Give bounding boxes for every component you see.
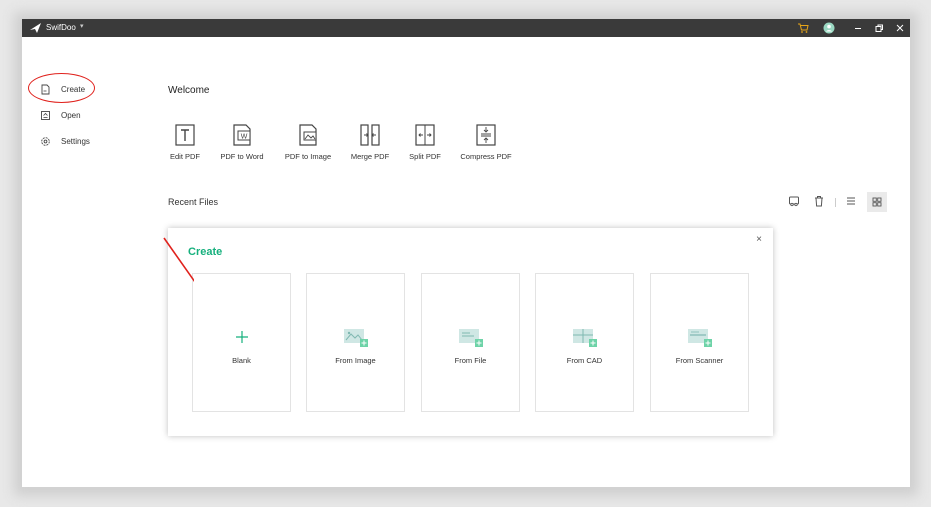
tool-label: Merge PDF bbox=[350, 152, 390, 161]
card-label: From Image bbox=[335, 356, 376, 365]
image-add-icon bbox=[343, 329, 368, 347]
list-view-icon[interactable] bbox=[844, 194, 858, 208]
create-option-from-image[interactable]: From Image bbox=[306, 273, 405, 412]
folder-open-icon bbox=[41, 110, 50, 120]
pdf-to-word-icon: W bbox=[233, 124, 251, 146]
svg-text:W: W bbox=[241, 134, 248, 141]
welcome-heading: Welcome bbox=[168, 85, 210, 96]
app-name: SwifDoo bbox=[46, 23, 76, 32]
sidebar-item-label: Settings bbox=[61, 136, 90, 146]
user-account-icon[interactable] bbox=[823, 22, 835, 34]
close-icon[interactable]: × bbox=[754, 235, 764, 245]
tool-label: Edit PDF bbox=[169, 152, 200, 161]
trash-icon[interactable] bbox=[812, 194, 826, 208]
swifdoo-logo-icon bbox=[30, 23, 41, 33]
tool-label: PDF to Word bbox=[220, 152, 264, 161]
scanner-add-icon bbox=[687, 329, 712, 347]
sidebar-item-open[interactable]: Open bbox=[40, 107, 81, 123]
card-label: Blank bbox=[232, 356, 251, 365]
split-pdf-icon bbox=[415, 124, 435, 146]
file-add-icon bbox=[458, 329, 483, 347]
create-option-blank[interactable]: Blank bbox=[192, 273, 291, 412]
create-option-from-file[interactable]: From File bbox=[421, 273, 520, 412]
tool-label: Compress PDF bbox=[460, 152, 512, 161]
tool-pdf-to-image[interactable]: PDF to Image bbox=[278, 123, 338, 161]
annotation-highlight-ellipse bbox=[28, 73, 95, 103]
card-label: From CAD bbox=[566, 356, 603, 365]
app-menu-chevron-down-icon[interactable]: ▾ bbox=[80, 22, 84, 30]
create-dialog: Create × Blank From Image From File From… bbox=[168, 228, 773, 436]
card-label: From File bbox=[454, 356, 487, 365]
plus-icon bbox=[235, 331, 248, 343]
merge-pdf-icon bbox=[360, 124, 380, 146]
grid-view-icon[interactable] bbox=[867, 192, 887, 212]
toolbar-divider bbox=[835, 198, 836, 207]
sidebar-item-settings[interactable]: Settings bbox=[40, 133, 90, 149]
gear-icon bbox=[41, 136, 50, 146]
pdf-to-image-icon bbox=[299, 124, 317, 146]
sidebar-item-label: Open bbox=[61, 110, 81, 120]
tool-pdf-to-word[interactable]: W PDF to Word bbox=[212, 123, 272, 161]
compress-pdf-icon bbox=[476, 124, 496, 146]
tool-merge-pdf[interactable]: Merge PDF bbox=[340, 123, 400, 161]
title-bar: SwifDoo ▾ bbox=[22, 19, 910, 37]
restore-icon[interactable] bbox=[873, 22, 885, 34]
cloud-sync-icon[interactable] bbox=[787, 194, 801, 208]
tool-split-pdf[interactable]: Split PDF bbox=[395, 123, 455, 161]
tool-edit-pdf[interactable]: Edit PDF bbox=[155, 123, 215, 161]
close-window-icon[interactable] bbox=[894, 22, 906, 34]
recent-files-heading: Recent Files bbox=[168, 197, 219, 207]
cad-add-icon bbox=[572, 329, 597, 347]
create-option-from-scanner[interactable]: From Scanner bbox=[650, 273, 749, 412]
annotation-arrow bbox=[163, 237, 194, 283]
tool-label: Split PDF bbox=[409, 152, 441, 161]
card-label: From Scanner bbox=[675, 356, 724, 365]
minimize-icon[interactable] bbox=[852, 22, 864, 34]
tool-compress-pdf[interactable]: Compress PDF bbox=[456, 123, 516, 161]
cart-icon[interactable] bbox=[797, 22, 809, 34]
tool-label: PDF to Image bbox=[284, 152, 332, 161]
create-option-from-cad[interactable]: From CAD bbox=[535, 273, 634, 412]
edit-pdf-icon bbox=[175, 124, 195, 146]
